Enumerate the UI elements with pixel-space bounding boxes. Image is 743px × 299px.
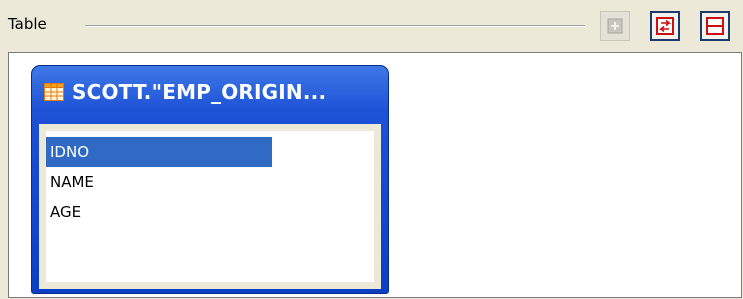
table-title: SCOTT."EMP_ORIGIN... [72, 80, 327, 104]
section-label: Table [8, 15, 47, 33]
table-card-header[interactable]: SCOTT."EMP_ORIGIN... [44, 80, 326, 104]
table-row-icon [706, 17, 724, 35]
column-item-age[interactable]: AGE [46, 197, 272, 227]
table-card[interactable]: SCOTT."EMP_ORIGIN... IDNO NAME AGE [31, 65, 389, 294]
table-grid-icon [44, 83, 64, 101]
table-row-button[interactable] [700, 11, 730, 41]
section-divider [85, 25, 585, 27]
table-plus-icon [607, 18, 623, 34]
toolbar: Table [0, 0, 743, 46]
swap-button[interactable] [650, 11, 680, 41]
column-item-idno[interactable]: IDNO [46, 137, 272, 167]
diagram-canvas[interactable]: SCOTT."EMP_ORIGIN... IDNO NAME AGE [8, 52, 742, 298]
table-card-body: IDNO NAME AGE [39, 124, 381, 289]
column-item-name[interactable]: NAME [46, 167, 272, 197]
add-table-button[interactable] [600, 11, 630, 41]
swap-arrows-icon [656, 17, 674, 35]
column-list[interactable]: IDNO NAME AGE [46, 131, 374, 282]
